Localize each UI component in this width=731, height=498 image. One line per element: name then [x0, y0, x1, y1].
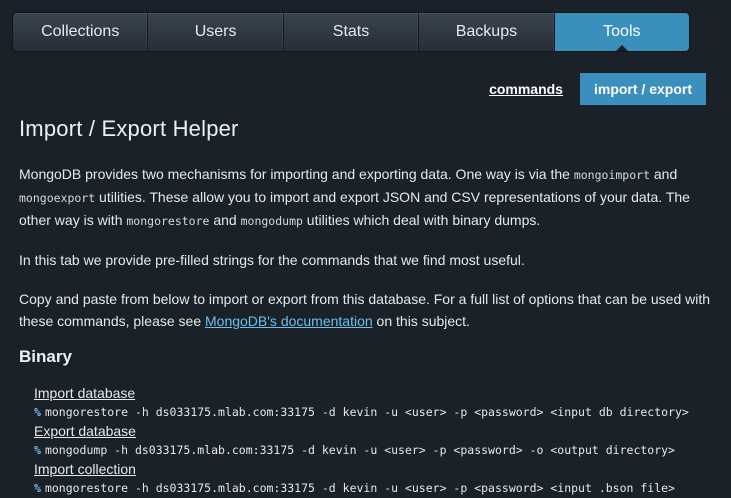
tab-collections[interactable]: Collections — [13, 13, 149, 51]
command-text: mongorestore -h ds033175.mlab.com:33175 … — [44, 481, 675, 495]
prompt-symbol: % — [34, 481, 41, 495]
intro-text: and — [209, 212, 241, 228]
tab-tools[interactable]: Tools — [554, 13, 689, 51]
import-collection-label: Import collection — [34, 461, 136, 477]
mongoexport-code: mongoexport — [19, 191, 96, 205]
import-database-label: Import database — [34, 385, 136, 401]
binary-commands-list: Import database % mongorestore -h ds03317… — [19, 384, 719, 498]
tab-stats[interactable]: Stats — [284, 13, 420, 51]
prompt-symbol: % — [34, 405, 41, 419]
import-export-tab[interactable]: import / export — [579, 73, 706, 105]
copy-note-text: on this subject. — [372, 313, 470, 329]
mongodump-code: mongodump — [240, 214, 303, 228]
tab-note-paragraph: In this tab we provide pre-filled string… — [19, 252, 525, 268]
copy-note-paragraph: Copy and paste from below to import or e… — [19, 288, 719, 332]
intro-text: and — [650, 166, 678, 182]
export-database-label: Export database — [34, 423, 136, 439]
commands-link[interactable]: commands — [489, 81, 563, 97]
binary-heading: Binary — [19, 347, 72, 366]
intro-paragraph: MongoDB provides two mechanisms for impo… — [19, 163, 719, 232]
prompt-symbol: % — [34, 443, 41, 457]
mongoimport-code: mongoimport — [573, 168, 650, 182]
import-database-command[interactable]: % mongorestore -h ds033175.mlab.com:33175… — [34, 402, 719, 422]
intro-text: utilities which deal with binary dumps. — [302, 212, 541, 228]
intro-text: MongoDB provides two mechanisms for impo… — [19, 166, 574, 182]
tab-users[interactable]: Users — [148, 13, 284, 51]
import-collection-command[interactable]: % mongorestore -h ds033175.mlab.com:33175… — [34, 478, 719, 498]
command-text: mongodump -h ds033175.mlab.com:33175 -d … — [44, 443, 675, 457]
mongorestore-code: mongorestore — [126, 214, 210, 228]
main-content: Import / Export Helper MongoDB provides … — [19, 116, 719, 498]
export-database-command[interactable]: % mongodump -h ds033175.mlab.com:33175 -d… — [34, 440, 719, 460]
tools-subnav: commands import / export — [489, 73, 706, 105]
command-text: mongorestore -h ds033175.mlab.com:33175 … — [44, 405, 689, 419]
tab-backups[interactable]: Backups — [419, 13, 555, 51]
mongodb-docs-link[interactable]: MongoDB's documentation — [205, 313, 373, 329]
page-title: Import / Export Helper — [19, 116, 239, 141]
main-tab-bar: Collections Users Stats Backups Tools — [12, 12, 690, 52]
